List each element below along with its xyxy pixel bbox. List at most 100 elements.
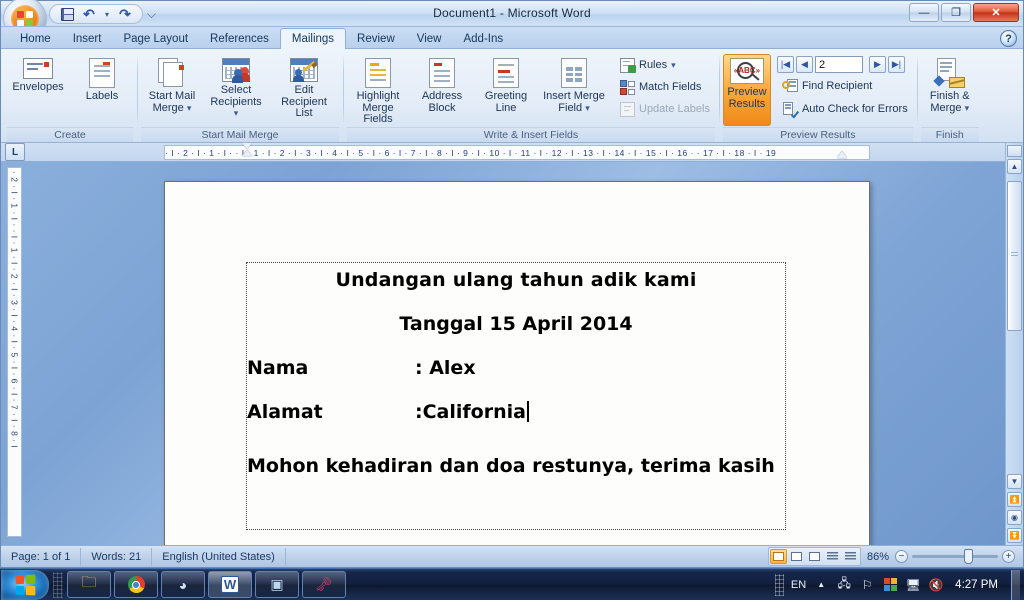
envelope-icon (23, 58, 53, 79)
document-page[interactable]: Undangan ulang tahun adik kami Tanggal 1… (164, 181, 870, 545)
last-record-icon: ▶| (891, 59, 902, 69)
envelopes-button[interactable]: Envelopes (7, 54, 69, 122)
vertical-ruler[interactable]: · 2 · I · 1 · I · · I · 1 · I · 2 · I · … (7, 167, 22, 537)
zoom-slider[interactable]: − + (895, 549, 1015, 564)
preview-results-button[interactable]: «ABC» Preview Results (722, 54, 771, 126)
select-browse-object-button[interactable]: ◉ (1007, 510, 1022, 525)
word-icon: W (220, 576, 240, 593)
last-record-button[interactable]: ▶| (887, 56, 905, 73)
language-indicator-tray[interactable]: EN (791, 579, 806, 591)
taskbar-item-microsoft-access[interactable]: 🗝 (302, 571, 346, 598)
minus-icon: − (898, 551, 905, 562)
help-button[interactable]: ? (1000, 30, 1017, 47)
field-key: Alamat (247, 401, 323, 423)
vertical-scrollbar[interactable]: ▲ ▼ ⏫ ◉ ⏬ (1005, 143, 1023, 545)
tab-label: View (416, 32, 442, 45)
zoom-level-label[interactable]: 86% (867, 551, 889, 563)
print-layout-view-button[interactable] (769, 549, 787, 564)
start-button[interactable] (1, 569, 49, 600)
tab-mailings[interactable]: Mailings (279, 28, 347, 49)
start-mail-merge-button[interactable]: Start Mail Merge ▾ (141, 54, 203, 122)
tab-home[interactable]: Home (9, 28, 62, 49)
full-screen-reading-view-button[interactable] (788, 549, 805, 564)
taskbar-item-microsoft-word[interactable]: W (208, 571, 252, 598)
update-labels-button[interactable]: Update Labels (615, 99, 715, 119)
button-label: Address (421, 90, 463, 102)
double-chevron-up-icon: ⏫ (1009, 495, 1020, 504)
tab-stop-selector-button[interactable]: L (5, 143, 25, 161)
horizontal-ruler-scale[interactable]: · I · 2 · I · 1 · I · · I · 1 · I · 2 · … (164, 145, 870, 160)
taskbar-item-google-chrome[interactable] (114, 571, 158, 598)
zoom-thumb[interactable] (964, 549, 973, 564)
graphics-icon[interactable] (882, 577, 898, 593)
tab-review[interactable]: Review (346, 28, 406, 49)
match-fields-button[interactable]: Match Fields (615, 77, 715, 97)
clock[interactable]: 4:27 PM (951, 579, 1002, 591)
draft-view-button[interactable] (842, 549, 859, 564)
scroll-up-button[interactable]: ▲ (1007, 159, 1022, 174)
taskbar-item-media-player[interactable]: ◕ (161, 571, 205, 598)
network-icon[interactable]: 🖥 (905, 577, 921, 593)
language-indicator[interactable]: English (United States) (152, 547, 286, 566)
right-indent-marker[interactable] (837, 151, 847, 158)
web-layout-view-button[interactable] (806, 549, 823, 564)
finish-and-merge-button[interactable]: Finish & Merge ▾ (921, 54, 979, 122)
auto-check-for-errors-button[interactable]: Auto Check for Errors (777, 99, 913, 119)
address-block-button[interactable]: Address Block (411, 54, 473, 122)
outline-view-button[interactable] (824, 549, 841, 564)
page-indicator[interactable]: Page: 1 of 1 (1, 547, 82, 566)
chevron-down-icon: ▼ (1010, 477, 1019, 486)
draft-icon (844, 552, 856, 561)
split-window-handle[interactable] (1007, 145, 1022, 157)
tab-insert[interactable]: Insert (62, 28, 113, 49)
tab-view[interactable]: View (406, 28, 453, 49)
volume-muted-icon[interactable]: 🔇 (928, 577, 944, 593)
ribbon-group-create: Envelopes Labels Create (3, 51, 137, 142)
text-frame[interactable]: Undangan ulang tahun adik kami Tanggal 1… (246, 262, 786, 530)
plus-icon: + (1005, 551, 1012, 562)
word-count-indicator[interactable]: Words: 21 (81, 547, 153, 566)
button-label: Find Recipient (801, 80, 873, 92)
greeting-line-icon (493, 58, 519, 88)
tab-references[interactable]: References (199, 28, 280, 49)
language-label: English (United States) (162, 550, 275, 563)
word-count-label: Words: 21 (91, 550, 142, 563)
greeting-line-button[interactable]: Greeting Line (475, 54, 537, 122)
next-page-button[interactable]: ⏬ (1007, 528, 1022, 543)
tab-page-layout[interactable]: Page Layout (112, 28, 199, 49)
record-number-input[interactable] (814, 56, 863, 73)
zoom-track[interactable] (912, 549, 998, 564)
first-record-button[interactable]: |◀ (776, 56, 794, 73)
indent-marker[interactable] (242, 143, 252, 160)
restore-button[interactable]: ❐ (941, 3, 971, 22)
show-desktop-button[interactable] (1011, 569, 1020, 600)
show-hidden-icons-button[interactable]: ▲ (813, 577, 829, 593)
tab-label: Page Layout (123, 32, 189, 45)
close-button[interactable]: ✕ (973, 3, 1019, 22)
button-label-line2: Field (558, 101, 583, 114)
rules-button[interactable]: Rules ▾ (615, 55, 715, 75)
field-value: :California (415, 401, 526, 423)
minimize-button[interactable]: — (909, 3, 939, 22)
action-center-flag-icon[interactable]: ⚐ (859, 577, 875, 593)
labels-button[interactable]: Labels (71, 54, 133, 122)
window-title: Document1 - Microsoft Word (433, 6, 591, 20)
button-label-line2: Block (428, 101, 456, 114)
zoom-out-button[interactable]: − (895, 550, 908, 563)
scrollbar-thumb[interactable] (1007, 181, 1022, 331)
document-date-line: Tanggal 15 April 2014 (399, 313, 633, 335)
network-plug-icon[interactable]: 🖧 (836, 576, 852, 593)
previous-record-button[interactable]: ◀ (795, 56, 813, 73)
taskbar-item-windows-explorer[interactable]: 🗀 (67, 571, 111, 598)
find-recipient-button[interactable]: Find Recipient (777, 76, 913, 96)
select-recipients-button[interactable]: Select Recipients ▾ (205, 54, 267, 122)
insert-merge-field-button[interactable]: Insert Merge Field ▾ (539, 54, 609, 122)
scroll-down-button[interactable]: ▼ (1007, 474, 1022, 489)
highlight-merge-fields-button[interactable]: Highlight Merge Fields (347, 54, 409, 127)
edit-recipient-list-button[interactable]: Edit Recipient List (269, 54, 339, 122)
taskbar-item-photo-viewer[interactable]: ▣ (255, 571, 299, 598)
zoom-in-button[interactable]: + (1002, 550, 1015, 563)
tab-add-ins[interactable]: Add-Ins (452, 28, 514, 49)
next-record-button[interactable]: ▶ (868, 56, 886, 73)
previous-page-button[interactable]: ⏫ (1007, 492, 1022, 507)
